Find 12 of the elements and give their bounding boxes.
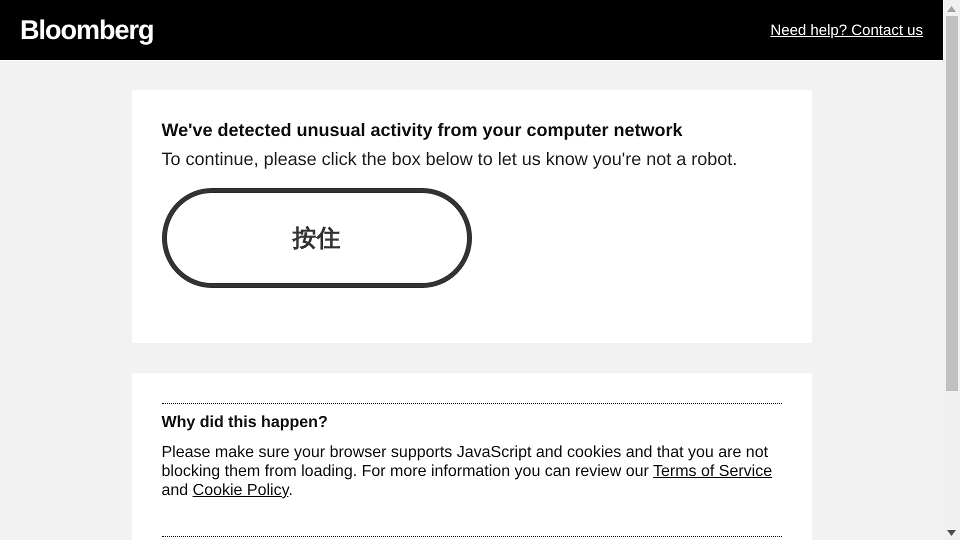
cookie-policy-link[interactable]: Cookie Policy (192, 482, 288, 499)
hold-button[interactable]: 按住 (162, 188, 472, 288)
scroll-down-icon[interactable] (947, 530, 956, 536)
terms-link[interactable]: Terms of Service (652, 463, 772, 480)
scroll-up-icon[interactable] (947, 6, 956, 12)
scrollbar-thumb[interactable] (946, 16, 958, 391)
logo: Bloomberg (20, 14, 154, 46)
why-title: Why did this happen? (162, 414, 329, 432)
challenge-instruction: To continue, please click the box below to let us know you're not a robot. (162, 149, 738, 170)
challenge-title: We've detected unusual activity from your computer network (162, 120, 684, 141)
why-paragraph: Please make sure your browser supports JavaScript and cookies and that you are not blocking them from loading. For more information you can review our Terms of Service and Cookie Policy. (162, 443, 774, 500)
help-link[interactable]: Need help? Contact us (770, 22, 923, 38)
